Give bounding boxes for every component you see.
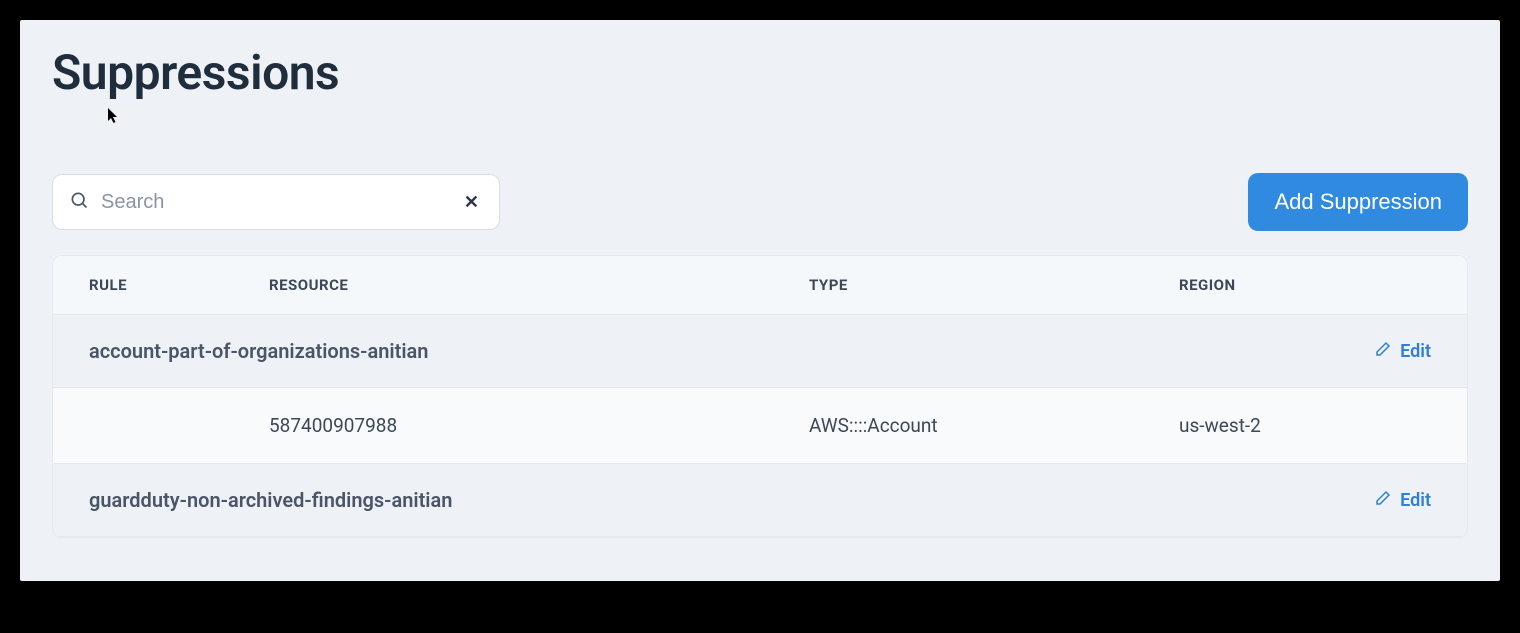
toolbar: ✕ Add Suppression (52, 173, 1468, 231)
col-resource: RESOURCE (269, 276, 809, 294)
pencil-icon (1374, 489, 1392, 512)
page-title: Suppressions (52, 44, 1468, 101)
pencil-icon (1374, 340, 1392, 363)
rule-name: account-part-of-organizations-anitian (89, 339, 428, 363)
table-group-row: account-part-of-organizations-anitian Ed… (53, 315, 1467, 388)
table-row: 587400907988 AWS::::Account us-west-2 (53, 388, 1467, 464)
search-icon (69, 190, 89, 214)
clear-icon[interactable]: ✕ (460, 188, 483, 217)
edit-button[interactable]: Edit (1374, 489, 1431, 512)
col-rule: RULE (89, 276, 269, 294)
col-region: REGION (1179, 276, 1379, 294)
cell-resource: 587400907988 (269, 414, 809, 437)
cell-type: AWS::::Account (809, 414, 1179, 437)
search-input[interactable] (89, 191, 460, 214)
add-suppression-button[interactable]: Add Suppression (1248, 173, 1468, 231)
table-group-row: guardduty-non-archived-findings-anitian … (53, 464, 1467, 537)
rule-name: guardduty-non-archived-findings-anitian (89, 488, 452, 512)
edit-label: Edit (1400, 341, 1431, 362)
table-header: RULE RESOURCE TYPE REGION (53, 256, 1467, 315)
cell-region: us-west-2 (1179, 414, 1379, 437)
col-type: TYPE (809, 276, 1179, 294)
cursor-icon (108, 108, 120, 128)
suppressions-table: RULE RESOURCE TYPE REGION account-part-o… (52, 255, 1468, 538)
edit-button[interactable]: Edit (1374, 340, 1431, 363)
search-box[interactable]: ✕ (52, 174, 500, 230)
edit-label: Edit (1400, 490, 1431, 511)
